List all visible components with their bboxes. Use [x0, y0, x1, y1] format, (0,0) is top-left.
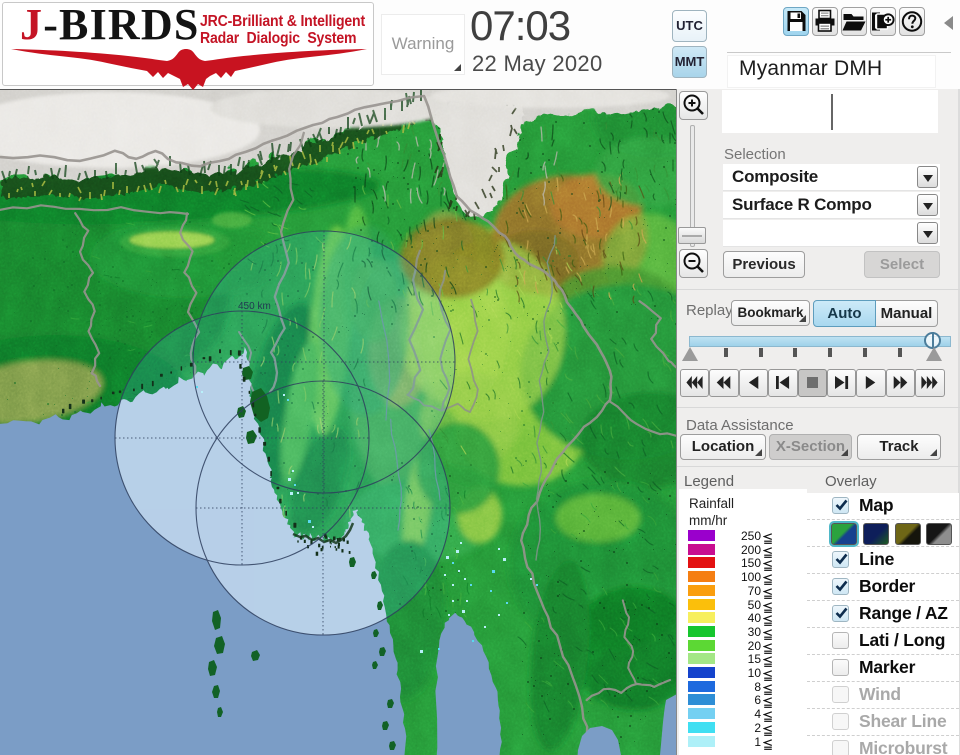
svg-text:450 km: 450 km [238, 301, 271, 312]
